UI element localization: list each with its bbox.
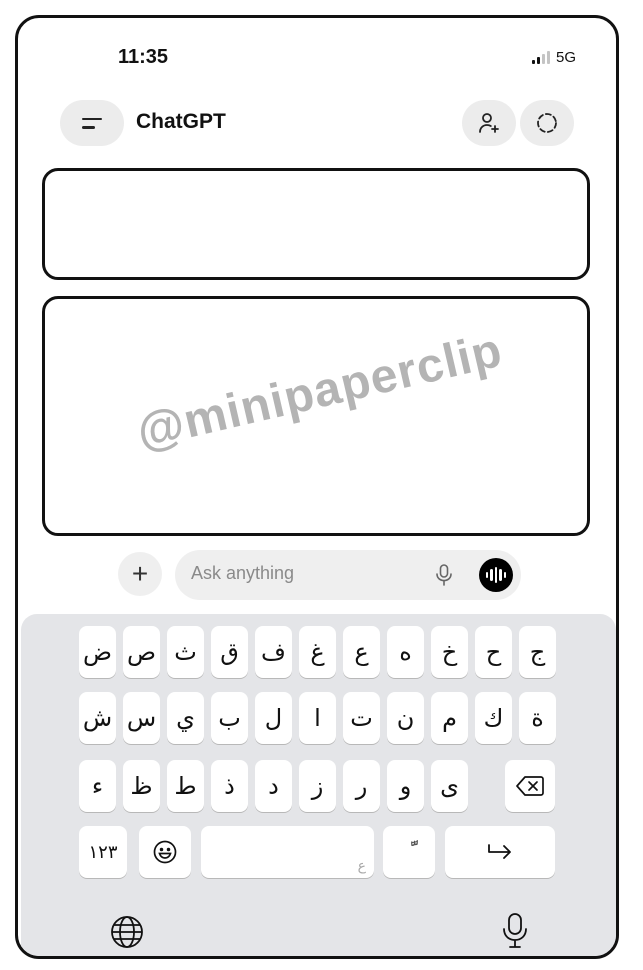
ask-bar[interactable] [175,550,521,600]
key[interactable]: ن [387,692,424,744]
key[interactable]: و [387,760,424,812]
key[interactable]: ط [167,760,204,812]
phone-frame: 11:35 5G ChatGPT @minipaperclip + Ask an… [15,15,619,959]
backspace-icon [516,776,544,796]
key[interactable]: س [123,692,160,744]
ask-input[interactable] [191,563,411,584]
key[interactable]: ز [299,760,336,812]
return-key[interactable] [445,826,555,878]
key[interactable]: ك [475,692,512,744]
key[interactable]: ى [431,760,468,812]
network-label: 5G [555,49,576,66]
emoji-key[interactable] [139,826,191,878]
menu-icon [82,117,102,129]
key[interactable]: ج [519,626,556,678]
key[interactable]: ض [79,626,116,678]
signal-icon [531,51,550,64]
key[interactable]: ه [387,626,424,678]
key[interactable]: ح [475,626,512,678]
key[interactable]: ظ [123,760,160,812]
key[interactable]: خ [431,626,468,678]
status-indicators: 5G [531,49,576,66]
key[interactable]: ي [167,692,204,744]
app-title: ChatGPT [136,110,226,133]
add-person-button[interactable] [462,100,516,146]
key[interactable]: ء [79,760,116,812]
key[interactable]: ص [123,626,160,678]
key[interactable]: م [431,692,468,744]
key[interactable]: ع [343,626,380,678]
key[interactable]: ث [167,626,204,678]
key[interactable]: ت [343,692,380,744]
temporary-chat-button[interactable] [520,100,574,146]
keyboard: ض ص ث ق ف غ ع ه خ ح ج ش س ي ب ل ا ت ن م … [21,614,616,956]
key[interactable]: ا [299,692,336,744]
key[interactable]: ة [519,692,556,744]
attach-button[interactable]: + [118,552,162,596]
globe-icon[interactable] [109,914,145,950]
mic-icon[interactable] [501,912,529,950]
key[interactable]: ر [343,760,380,812]
voice-mode-button[interactable] [479,558,513,592]
emoji-icon [153,840,177,864]
add-person-icon [479,113,499,133]
return-icon [488,844,511,859]
delete-key[interactable] [505,760,555,812]
key[interactable]: ف [255,626,292,678]
space-hint: ع [357,858,366,874]
key[interactable]: ب [211,692,248,744]
temporary-chat-icon [537,113,557,133]
numbers-key[interactable]: ١٢٣ [79,826,127,878]
key[interactable]: ش [79,692,116,744]
key[interactable]: غ [299,626,336,678]
space-key[interactable]: ع [201,826,374,878]
key[interactable]: ل [255,692,292,744]
content-card-top [42,168,590,280]
key[interactable]: ق [211,626,248,678]
diacritic-key[interactable]: ًّ [383,826,435,878]
dictation-icon[interactable] [433,563,455,587]
key[interactable]: ذ [211,760,248,812]
status-time: 11:35 [118,46,169,68]
key[interactable]: د [255,760,292,812]
menu-button[interactable] [60,100,124,146]
